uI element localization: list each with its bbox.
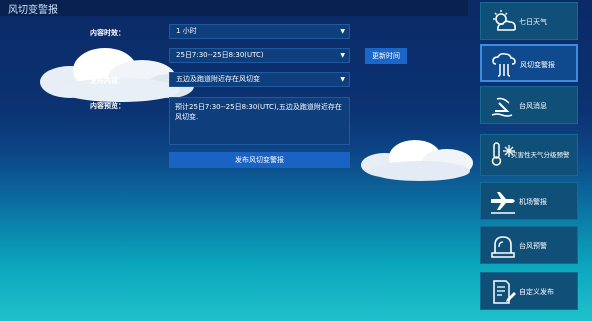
chevron-down-icon: ▼ — [340, 52, 345, 59]
sidebar-item-label: 台风预警 — [519, 242, 547, 250]
app-window: 风切变警报 内容时效： 1 小时 ▼ 发布时间： 25日7:30--25日8:3… — [0, 0, 592, 321]
sidebar-item-seven-day-weather[interactable]: 七日天气 — [480, 2, 578, 40]
sidebar-item-label: 风切变警报 — [520, 61, 555, 69]
sidebar-item-custom-publish[interactable]: 自定义发布 — [480, 272, 578, 310]
chevron-down-icon: ▼ — [340, 28, 345, 35]
publish-time-select[interactable]: 25日7:30--25日8:30(UTC) ▼ — [169, 48, 350, 63]
preview-textarea[interactable]: 预计25日7:30--25日8:30(UTC),五边及跑道附近存在风切变. — [169, 97, 350, 145]
sidebar-item-label: 七日天气 — [519, 18, 547, 26]
sidebar-item-typhoon-warning[interactable]: 台风预警 — [480, 226, 578, 264]
preview-label: 内容预览： — [90, 102, 125, 110]
publish-wind-shear-button[interactable]: 发布风切变警报 — [169, 152, 350, 168]
sidebar-item-wind-shear[interactable]: 风切变警报 — [480, 44, 578, 82]
sidebar-item-label: 灾害性天气分级预警 — [511, 151, 570, 159]
content-label: 发布内容： — [90, 77, 125, 85]
sidebar-item-label: 自定义发布 — [519, 288, 554, 296]
content-select[interactable]: 五边及跑道附近存在风切变 ▼ — [169, 72, 350, 87]
sidebar-item-disaster-warning[interactable]: 灾害性天气分级预警 — [480, 134, 578, 176]
content-value: 五边及跑道附近存在风切变 — [176, 75, 260, 83]
cloud-decoration-right — [361, 140, 473, 181]
validity-label: 内容时效： — [90, 29, 125, 37]
sun-cloud-icon — [493, 10, 517, 31]
title-bar: 风切变警报 — [0, 0, 468, 16]
typhoon-icon — [491, 97, 513, 117]
sidebar-item-label: 台风消息 — [519, 102, 547, 110]
publish-time-label: 发布时间： — [90, 53, 125, 61]
publish-time-value: 25日7:30--25日8:30(UTC) — [176, 51, 264, 59]
document-edit-icon — [493, 280, 516, 304]
chevron-down-icon: ▼ — [340, 76, 345, 83]
sidebar-item-label: 机场警报 — [519, 198, 547, 206]
validity-value: 1 小时 — [176, 27, 197, 35]
update-time-button[interactable]: 更新时间 — [365, 48, 407, 64]
sidebar-item-airport-warning[interactable]: 机场警报 — [480, 182, 578, 220]
validity-select[interactable]: 1 小时 ▼ — [169, 24, 350, 39]
airplane-icon — [491, 192, 515, 214]
sidebar-item-typhoon-message[interactable]: 台风消息 — [480, 86, 578, 124]
page-title: 风切变警报 — [8, 5, 58, 16]
siren-icon — [491, 236, 515, 258]
wind-shear-icon — [492, 53, 516, 77]
